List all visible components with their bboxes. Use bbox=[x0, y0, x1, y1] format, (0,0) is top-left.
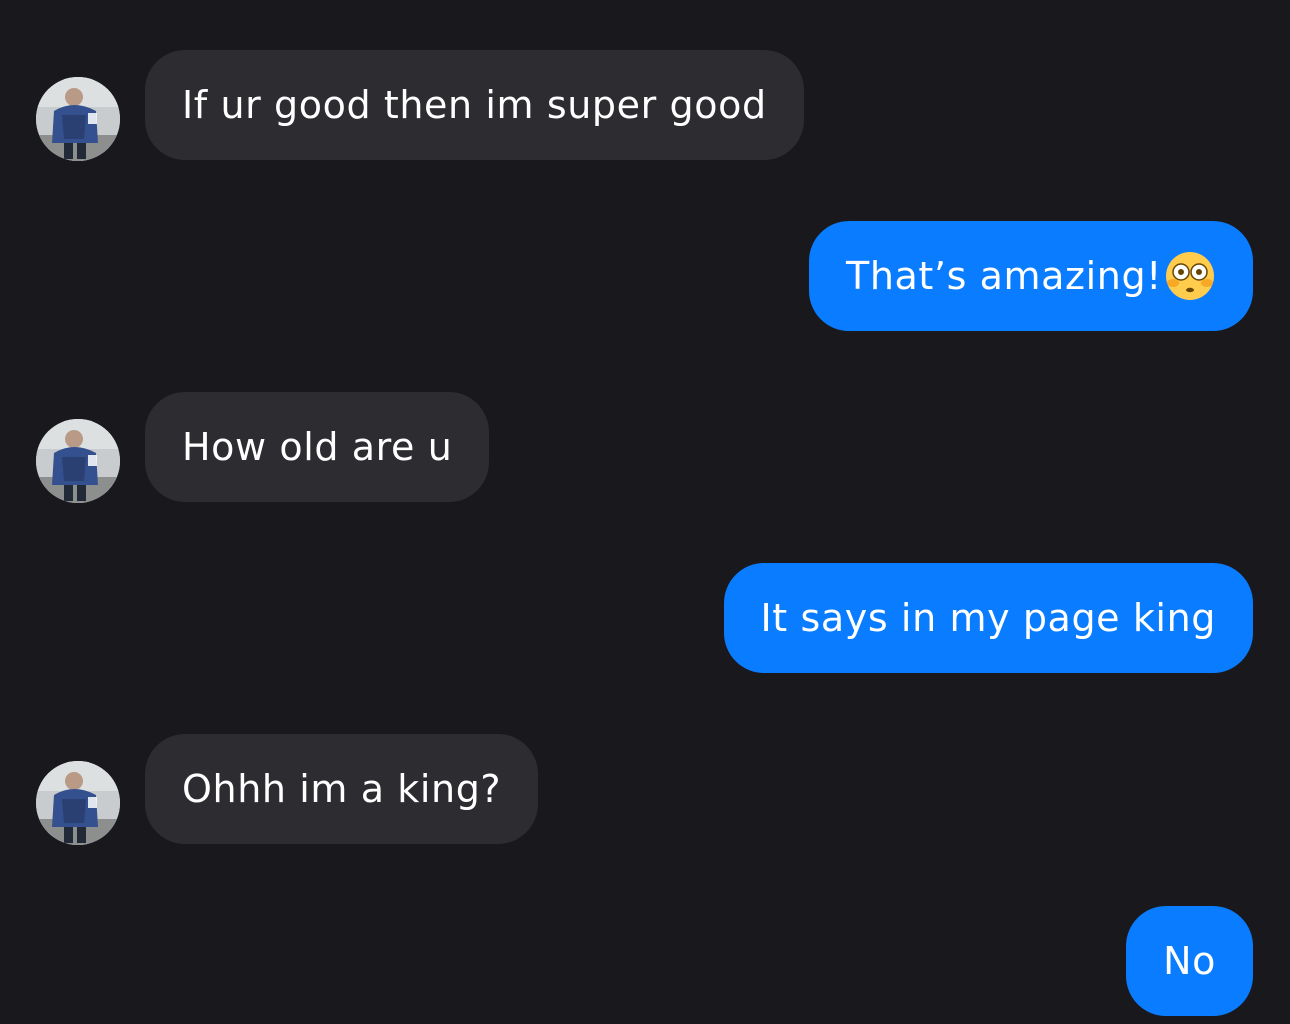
contact-avatar[interactable] bbox=[36, 419, 120, 503]
message-text: That’s amazing! bbox=[846, 254, 1162, 298]
avatar-photo-icon bbox=[36, 419, 120, 503]
message-text: If ur good then im super good bbox=[182, 83, 767, 127]
message-thread[interactable]: If ur good then im super good That’s ama… bbox=[0, 0, 1290, 1024]
outgoing-message-bubble[interactable]: No bbox=[1126, 906, 1253, 1016]
message-row: How old are u bbox=[0, 392, 1290, 503]
contact-avatar[interactable] bbox=[36, 761, 120, 845]
message-row: No bbox=[0, 906, 1290, 1016]
contact-avatar[interactable] bbox=[36, 77, 120, 161]
message-text: Ohhh im a king? bbox=[182, 767, 502, 811]
outgoing-message-bubble[interactable]: It says in my page king bbox=[723, 563, 1253, 673]
incoming-message-bubble[interactable]: If ur good then im super good bbox=[145, 50, 804, 160]
incoming-message-bubble[interactable]: How old are u bbox=[145, 392, 490, 502]
flushed-face-emoji-icon bbox=[1164, 250, 1216, 302]
avatar-photo-icon bbox=[36, 77, 120, 161]
incoming-message-bubble[interactable]: Ohhh im a king? bbox=[145, 734, 539, 844]
message-row: That’s amazing! bbox=[0, 221, 1290, 331]
outgoing-message-bubble[interactable]: That’s amazing! bbox=[809, 221, 1253, 331]
message-row: It says in my page king bbox=[0, 563, 1290, 673]
avatar-photo-icon bbox=[36, 761, 120, 845]
message-text: It says in my page king bbox=[760, 596, 1216, 640]
message-row: Ohhh im a king? bbox=[0, 734, 1290, 845]
message-text: No bbox=[1163, 939, 1216, 983]
message-row: If ur good then im super good bbox=[0, 50, 1290, 161]
message-text: How old are u bbox=[182, 425, 453, 469]
